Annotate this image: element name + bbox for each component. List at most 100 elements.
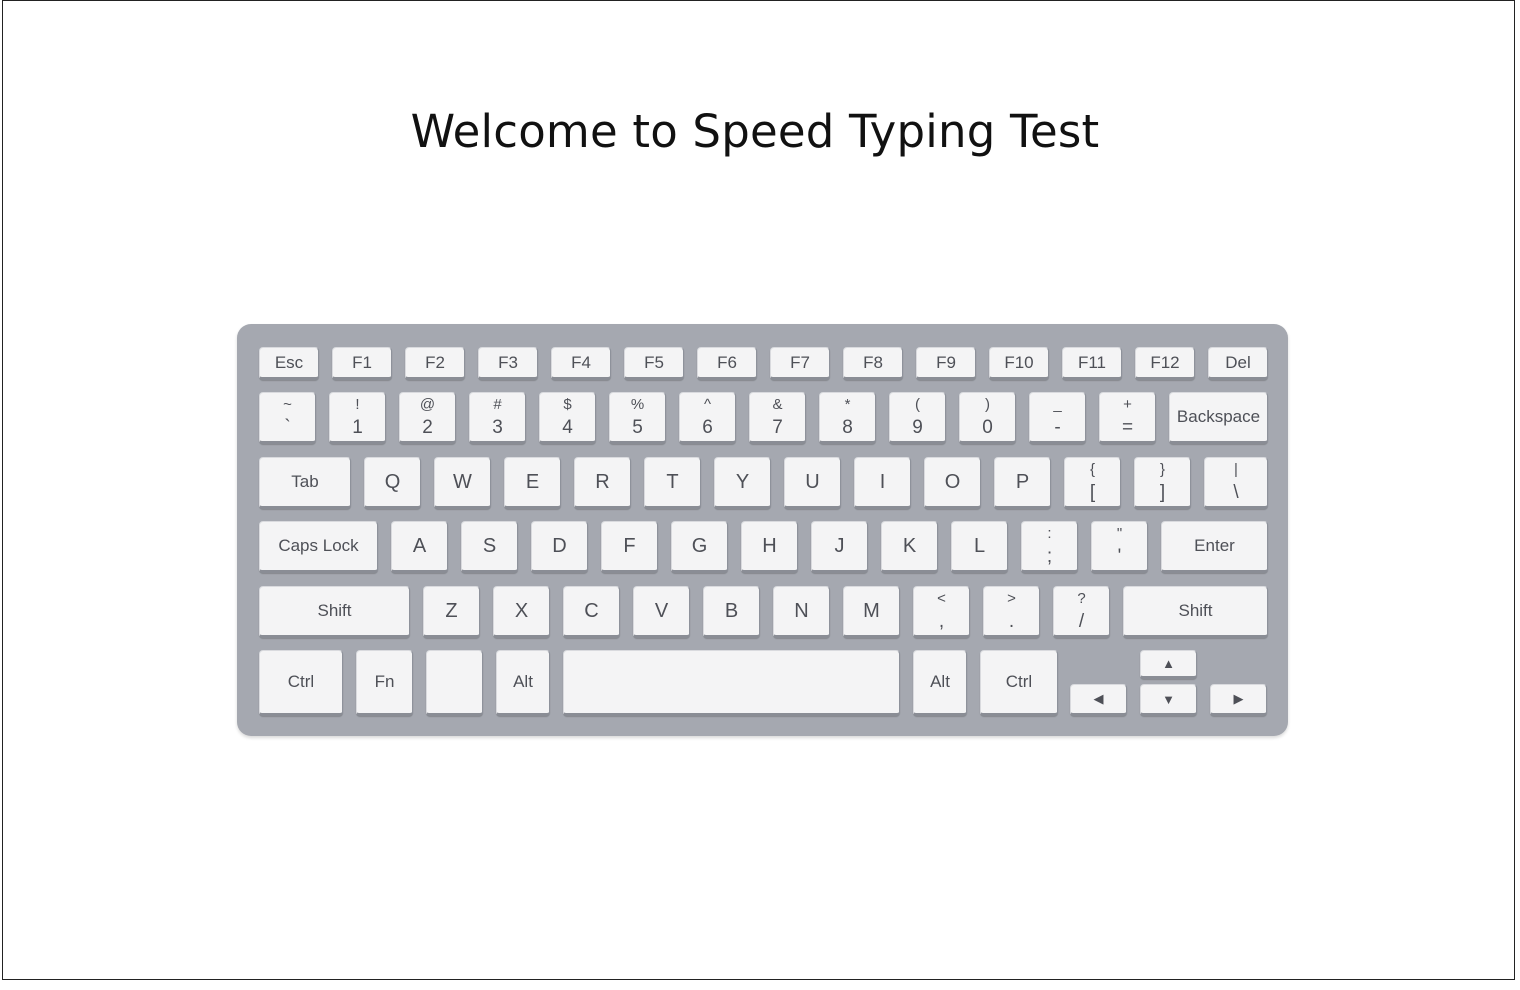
key-f6[interactable]: F6 bbox=[697, 347, 757, 380]
key-backspace[interactable]: Backspace bbox=[1169, 392, 1268, 444]
key-right-bracket[interactable]: }] bbox=[1134, 457, 1191, 509]
key-5[interactable]: % 5 bbox=[609, 392, 666, 444]
key-arrow-left[interactable]: ◀ bbox=[1070, 684, 1127, 716]
key-caps-lock[interactable]: Caps Lock bbox=[259, 521, 378, 573]
key-backslash[interactable]: | \ bbox=[1204, 457, 1268, 509]
key-p[interactable]: P bbox=[994, 457, 1051, 509]
key-a[interactable]: A bbox=[391, 521, 448, 573]
key-main-symbol: 5 bbox=[632, 417, 643, 438]
key-1[interactable]: ! 1 bbox=[329, 392, 386, 444]
key-ctrl-left[interactable]: Ctrl bbox=[259, 650, 343, 716]
key-c[interactable]: C bbox=[563, 586, 620, 638]
key-f3[interactable]: F3 bbox=[478, 347, 538, 380]
key-f[interactable]: F bbox=[601, 521, 658, 573]
key-x[interactable]: X bbox=[493, 586, 550, 638]
key-shift-symbol: ? bbox=[1077, 590, 1086, 607]
key-h[interactable]: H bbox=[741, 521, 798, 573]
key-shift-symbol: & bbox=[772, 396, 783, 413]
key-f7[interactable]: F7 bbox=[770, 347, 830, 380]
key-esc[interactable]: Esc bbox=[259, 347, 319, 380]
key-shift-symbol: ^ bbox=[703, 396, 712, 413]
key-fn[interactable]: Fn bbox=[356, 650, 413, 716]
key-shift-symbol: $ bbox=[563, 396, 572, 413]
key-d[interactable]: D bbox=[531, 521, 588, 573]
key-shift-symbol: " bbox=[1116, 525, 1123, 542]
key-shift-symbol: ) bbox=[985, 396, 990, 413]
key-main-symbol: / bbox=[1078, 611, 1085, 632]
key-comma[interactable]: <, bbox=[913, 586, 970, 638]
key-minus[interactable]: _ - bbox=[1029, 392, 1086, 444]
key-f10[interactable]: F10 bbox=[989, 347, 1049, 380]
key-f4[interactable]: F4 bbox=[551, 347, 611, 380]
key-f1[interactable]: F1 bbox=[332, 347, 392, 380]
key-shift-symbol: | bbox=[1234, 461, 1238, 478]
key-quote[interactable]: " ' bbox=[1091, 521, 1148, 573]
key-shift-symbol: * bbox=[844, 396, 851, 413]
key-2[interactable]: @2 bbox=[399, 392, 456, 444]
key-i[interactable]: I bbox=[854, 457, 911, 509]
key-s[interactable]: S bbox=[461, 521, 518, 573]
key-semicolon[interactable]: :; bbox=[1021, 521, 1078, 573]
key-slash[interactable]: ? / bbox=[1053, 586, 1110, 638]
key-equals[interactable]: + = bbox=[1099, 392, 1156, 444]
key-e[interactable]: E bbox=[504, 457, 561, 509]
key-arrow-right[interactable]: ▶ bbox=[1210, 684, 1267, 716]
key-8[interactable]: * 8 bbox=[819, 392, 876, 444]
key-3[interactable]: #3 bbox=[469, 392, 526, 444]
arrow-up-icon: ▲ bbox=[1162, 656, 1175, 671]
key-f12[interactable]: F12 bbox=[1135, 347, 1195, 380]
key-shift-left[interactable]: Shift bbox=[259, 586, 410, 638]
key-shift-symbol: { bbox=[1089, 461, 1095, 478]
key-arrow-down[interactable]: ▼ bbox=[1140, 684, 1197, 716]
key-b[interactable]: B bbox=[703, 586, 760, 638]
key-main-symbol: . bbox=[1008, 611, 1015, 632]
key-f5[interactable]: F5 bbox=[624, 347, 684, 380]
key-space[interactable] bbox=[563, 650, 900, 716]
key-k[interactable]: K bbox=[881, 521, 938, 573]
key-backtick[interactable]: ~ ` bbox=[259, 392, 316, 444]
key-main-symbol: ` bbox=[284, 417, 291, 438]
key-left-bracket[interactable]: {[ bbox=[1064, 457, 1121, 509]
key-7[interactable]: & 7 bbox=[749, 392, 806, 444]
key-g[interactable]: G bbox=[671, 521, 728, 573]
key-w[interactable]: W bbox=[434, 457, 491, 509]
key-shift-right[interactable]: Shift bbox=[1123, 586, 1268, 638]
key-u[interactable]: U bbox=[784, 457, 841, 509]
key-shift-symbol: : bbox=[1047, 525, 1052, 542]
key-shift-symbol: > bbox=[1007, 590, 1016, 607]
key-v[interactable]: V bbox=[633, 586, 690, 638]
key-n[interactable]: N bbox=[773, 586, 830, 638]
key-del[interactable]: Del bbox=[1208, 347, 1268, 380]
key-l[interactable]: L bbox=[951, 521, 1008, 573]
key-9[interactable]: (9 bbox=[889, 392, 946, 444]
key-f11[interactable]: F11 bbox=[1062, 347, 1122, 380]
key-4[interactable]: $4 bbox=[539, 392, 596, 444]
key-shift-symbol: _ bbox=[1053, 396, 1062, 413]
key-0[interactable]: ) 0 bbox=[959, 392, 1016, 444]
key-m[interactable]: M bbox=[843, 586, 900, 638]
key-blank[interactable] bbox=[426, 650, 483, 716]
key-f9[interactable]: F9 bbox=[916, 347, 976, 380]
key-main-symbol: , bbox=[938, 611, 945, 632]
key-enter[interactable]: Enter bbox=[1161, 521, 1268, 573]
key-arrow-up[interactable]: ▲ bbox=[1140, 650, 1197, 679]
key-ctrl-right[interactable]: Ctrl bbox=[980, 650, 1058, 716]
key-f8[interactable]: F8 bbox=[843, 347, 903, 380]
key-main-symbol: 9 bbox=[912, 417, 923, 438]
key-tab[interactable]: Tab bbox=[259, 457, 351, 509]
key-o[interactable]: O bbox=[924, 457, 981, 509]
key-shift-symbol: @ bbox=[419, 396, 436, 413]
key-main-symbol: 2 bbox=[422, 417, 433, 438]
key-f2[interactable]: F2 bbox=[405, 347, 465, 380]
key-period[interactable]: >. bbox=[983, 586, 1040, 638]
key-alt-left[interactable]: Alt bbox=[496, 650, 550, 716]
key-t[interactable]: T bbox=[644, 457, 701, 509]
key-y[interactable]: Y bbox=[714, 457, 771, 509]
key-alt-right[interactable]: Alt bbox=[913, 650, 967, 716]
key-j[interactable]: J bbox=[811, 521, 868, 573]
key-6[interactable]: ^ 6 bbox=[679, 392, 736, 444]
key-z[interactable]: Z bbox=[423, 586, 480, 638]
key-r[interactable]: R bbox=[574, 457, 631, 509]
key-q[interactable]: Q bbox=[364, 457, 421, 509]
key-main-symbol: [ bbox=[1089, 482, 1096, 503]
